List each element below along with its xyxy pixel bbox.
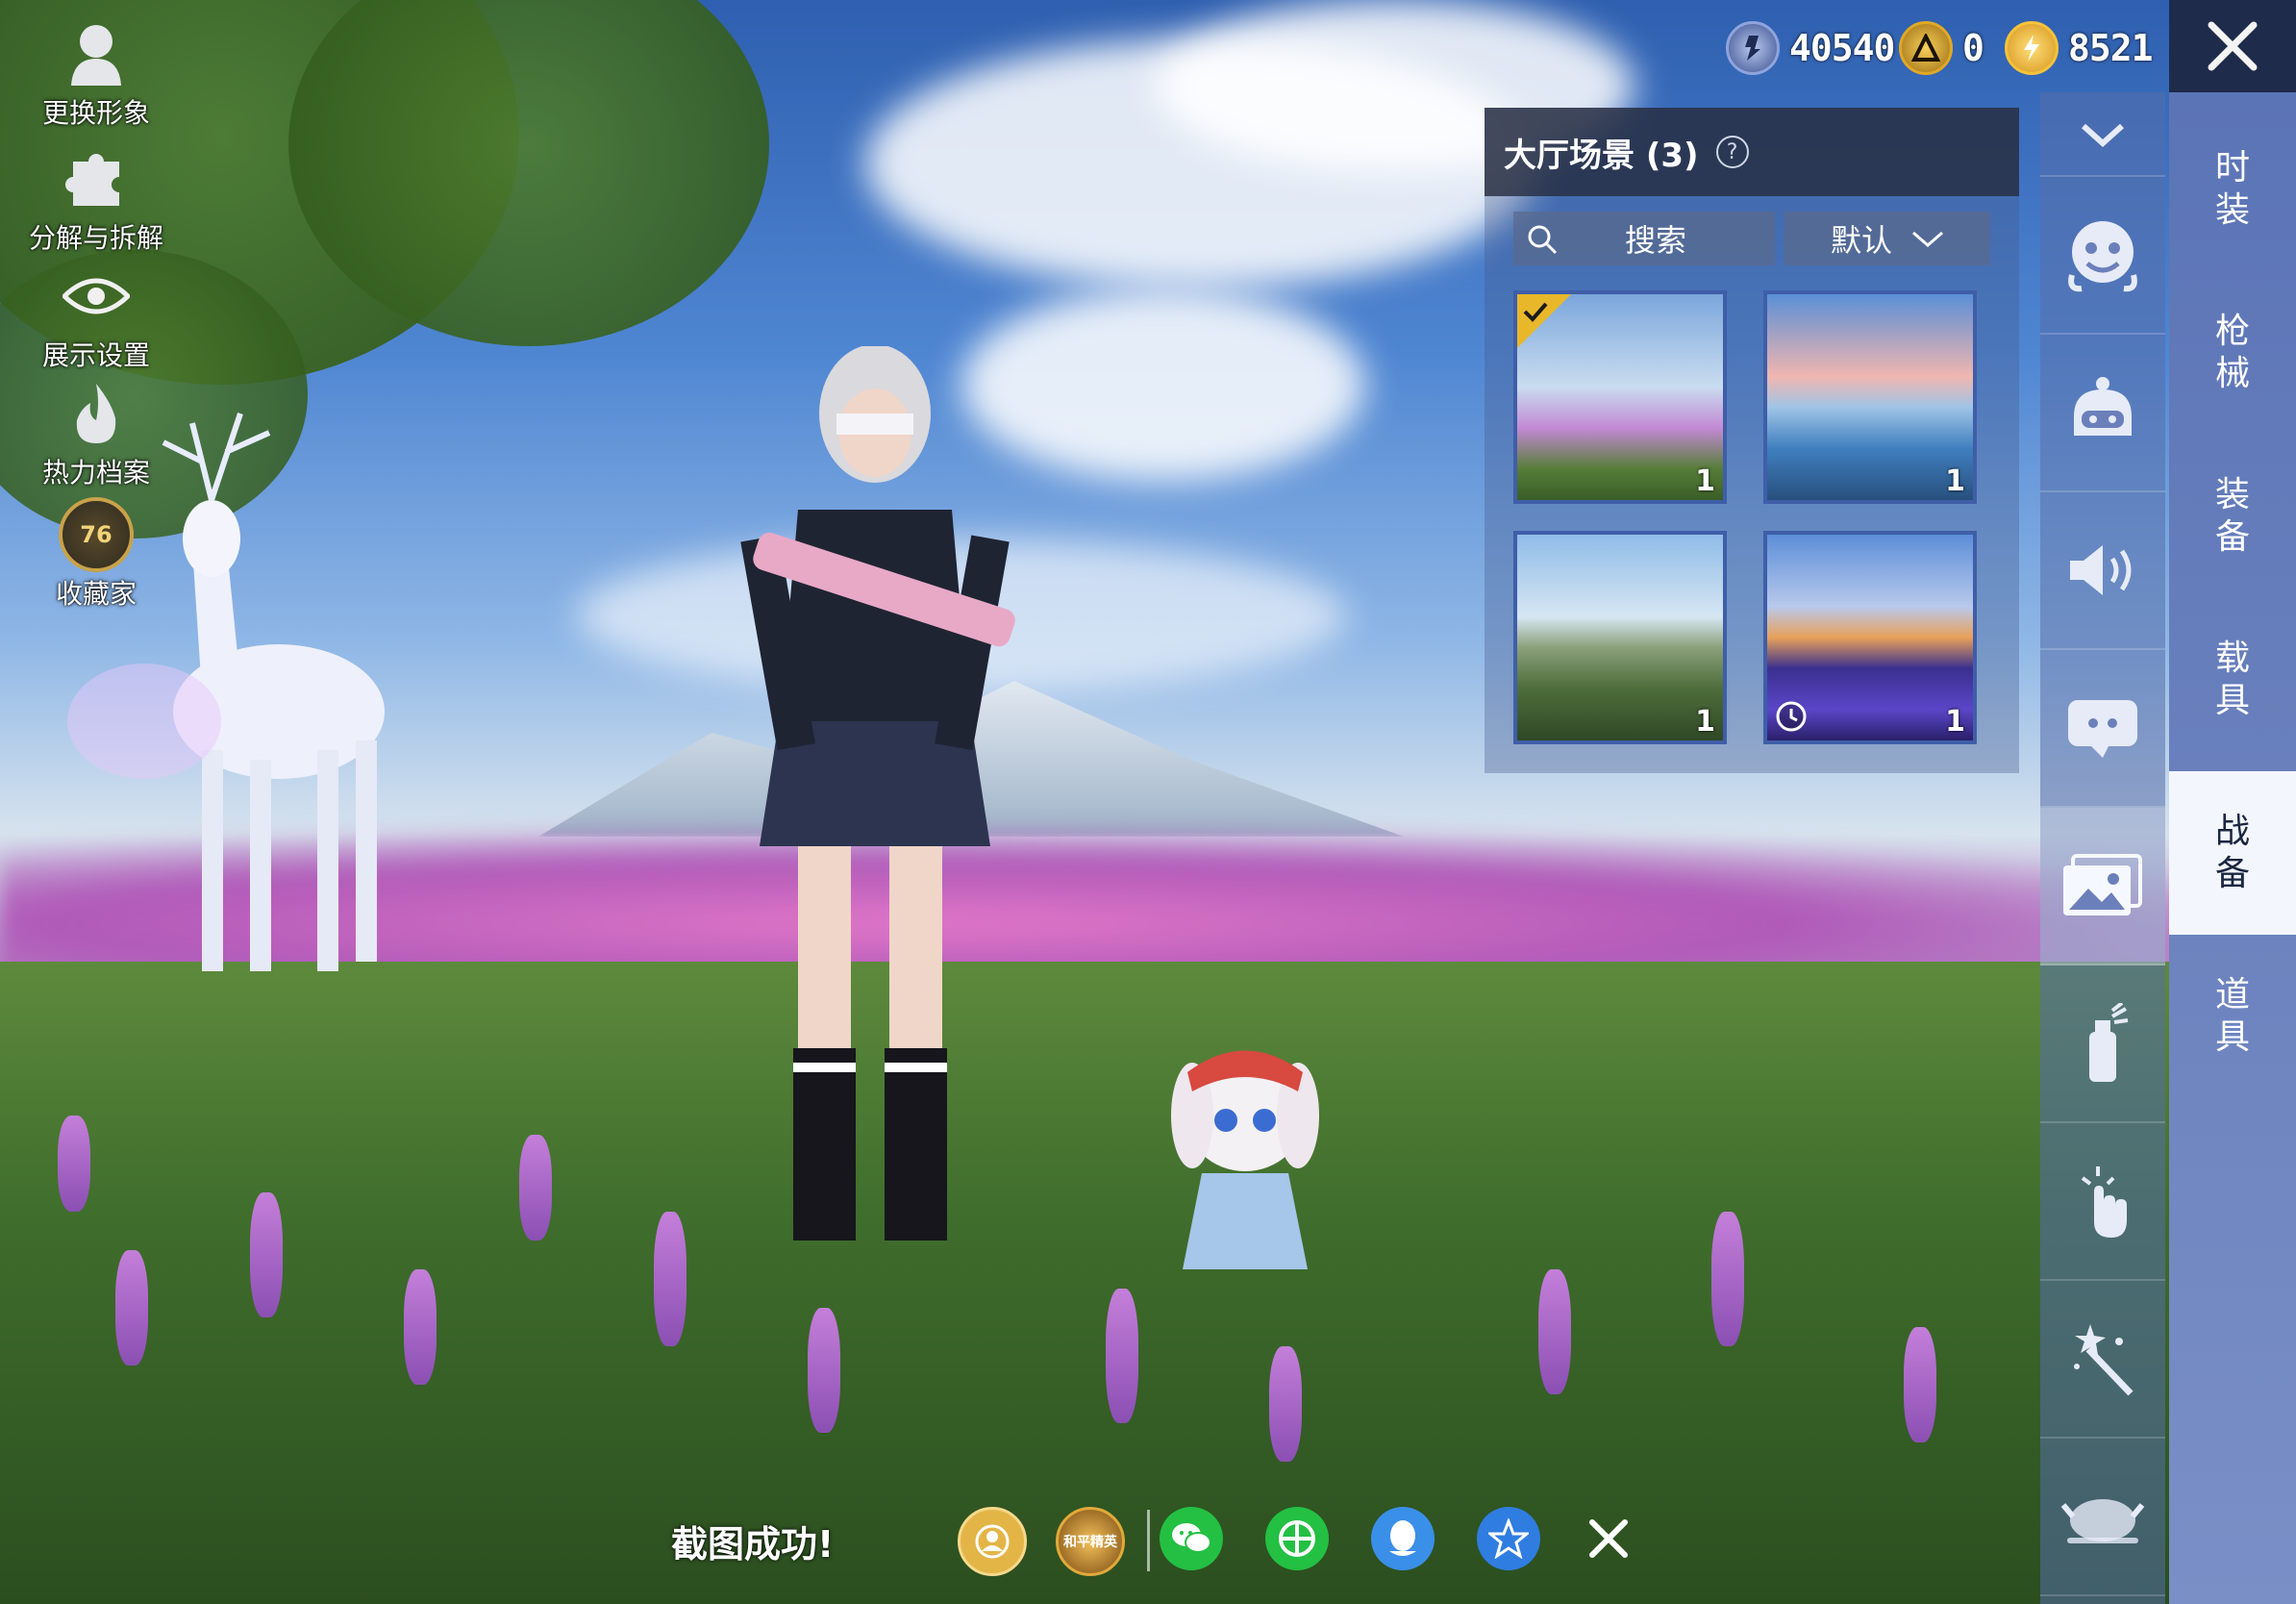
item-count: 1	[1945, 705, 1965, 739]
tap-gesture-icon	[2081, 1166, 2127, 1238]
tab-equipment-label: 装备	[2214, 475, 2250, 557]
tab-items[interactable]: 道具	[2169, 935, 2296, 1098]
currency-lightning: 8521	[2005, 19, 2154, 77]
game-logo-icon: 和平精英	[1063, 1535, 1117, 1550]
icon-tab-face[interactable]	[2040, 177, 2165, 335]
silver-coin-value: 40540	[1789, 27, 1895, 69]
item-count: 1	[1695, 464, 1715, 498]
icon-tab-chat[interactable]	[2040, 650, 2165, 808]
gallery-icon	[2063, 854, 2142, 915]
qzone-icon	[1488, 1518, 1529, 1559]
icon-tab-sound[interactable]	[2040, 492, 2165, 650]
search-icon	[1528, 225, 1558, 255]
spray-can-icon	[2089, 1003, 2129, 1082]
partial-icon	[2081, 124, 2125, 148]
item-count: 1	[1695, 705, 1715, 739]
collector-button[interactable]: 76 收藏家	[19, 497, 173, 612]
dismantle-button[interactable]: 分解与拆解	[19, 144, 173, 256]
puzzle-icon	[58, 144, 135, 213]
close-button[interactable]	[2169, 0, 2296, 92]
tab-items-label: 道具	[2214, 975, 2250, 1057]
icon-tab-emote[interactable]	[2040, 102, 2165, 177]
search-input[interactable]: 搜索	[1513, 212, 1775, 265]
scene-item-sea-sunset[interactable]: 1	[1763, 290, 1977, 504]
chevron-down-icon	[1912, 231, 1943, 247]
share-qq-button[interactable]	[1371, 1507, 1435, 1570]
lightning-coin-value: 8521	[2068, 27, 2154, 69]
icon-tab-effect[interactable]	[2040, 1281, 2165, 1439]
scene-item-lavender-field[interactable]: 1	[1513, 290, 1727, 504]
share-profile-button[interactable]	[958, 1507, 1027, 1576]
gold-token-value: 0	[1962, 27, 1984, 69]
close-share-icon	[1589, 1519, 1628, 1558]
category-tabs: 时装 枪械 装备 载具 战备 道具	[2169, 92, 2296, 1604]
heat-record-label: 热力档案	[41, 457, 150, 489]
clock-icon	[1776, 701, 1807, 732]
scene-item-neon-plaza[interactable]: 1	[1763, 531, 1977, 744]
icon-tab-helmet[interactable]	[2040, 335, 2165, 492]
gold-token-icon	[1899, 21, 1953, 75]
tab-battle-gear[interactable]: 战备	[2169, 771, 2296, 935]
close-icon	[2208, 21, 2258, 71]
share-game-button[interactable]: 和平精英	[1056, 1507, 1125, 1576]
profile-share-icon	[975, 1524, 1010, 1559]
help-icon[interactable]: ?	[1715, 136, 1749, 168]
speaker-icon	[2070, 545, 2132, 595]
tab-vehicles-label: 载具	[2214, 639, 2250, 720]
robot-helmet-icon	[2074, 377, 2132, 436]
eye-icon	[58, 262, 135, 331]
chat-bubble-icon	[2068, 700, 2137, 758]
scene-item-mountain-valley[interactable]: 1	[1513, 531, 1727, 744]
tab-fashion[interactable]: 时装	[2169, 108, 2296, 271]
share-divider	[1147, 1510, 1150, 1571]
search-label: 搜索	[1625, 222, 1687, 259]
share-moments-button[interactable]	[1265, 1507, 1329, 1570]
tab-fashion-label: 时装	[2214, 148, 2250, 230]
tab-weapons-label: 枪械	[2214, 312, 2250, 393]
sort-dropdown[interactable]: 默认	[1784, 212, 1990, 265]
share-qzone-button[interactable]	[1477, 1507, 1540, 1570]
icon-tab-food[interactable]	[2040, 1439, 2165, 1596]
collector-label: 收藏家	[55, 578, 137, 610]
change-avatar-button[interactable]: 更换形象	[19, 19, 173, 131]
qq-icon	[1389, 1520, 1416, 1556]
tab-battle-gear-label: 战备	[2214, 812, 2250, 893]
lightning-coin-icon	[2005, 21, 2059, 75]
display-settings-label: 展示设置	[41, 339, 150, 371]
moments-icon	[1279, 1520, 1315, 1557]
collector-badge-icon: 76	[58, 497, 135, 572]
tab-equipment[interactable]: 装备	[2169, 435, 2296, 598]
share-wechat-button[interactable]	[1160, 1507, 1223, 1570]
lobby-scene-panel: 大厅场景 (3) ? 搜索 默认 1 1 1 1	[1485, 108, 2019, 773]
screenshot-success-message: 截图成功!	[671, 1523, 835, 1566]
currency-gold-token: 0	[1899, 19, 1984, 77]
flame-icon	[58, 379, 135, 448]
share-close-button[interactable]	[1577, 1507, 1640, 1570]
icon-tab-gesture[interactable]	[2040, 1123, 2165, 1281]
collector-level: 76	[80, 521, 112, 548]
panel-title: 大厅场景 (3)	[1504, 136, 1699, 175]
roast-chicken-icon	[2060, 1499, 2145, 1543]
magic-wand-icon	[2074, 1324, 2134, 1396]
tab-weapons[interactable]: 枪械	[2169, 271, 2296, 435]
selected-check-icon	[1517, 294, 1571, 348]
display-settings-button[interactable]: 展示设置	[19, 262, 173, 373]
item-count: 1	[1945, 464, 1965, 498]
currency-silver: 40540	[1726, 19, 1895, 77]
icon-tab-gallery[interactable]	[2040, 808, 2165, 965]
panel-header: 大厅场景 (3) ?	[1485, 108, 2019, 196]
category-icon-column	[2040, 92, 2165, 1604]
avatar-icon	[58, 19, 135, 88]
sort-label: 默认	[1830, 222, 1892, 259]
icon-tab-spray[interactable]	[2040, 965, 2165, 1123]
silver-coin-icon	[1726, 21, 1780, 75]
change-avatar-label: 更换形象	[41, 97, 150, 129]
dismantle-label: 分解与拆解	[28, 222, 163, 254]
heat-record-button[interactable]: 热力档案	[19, 379, 173, 490]
face-emote-icon	[2068, 221, 2137, 292]
tab-vehicles[interactable]: 载具	[2169, 598, 2296, 762]
wechat-icon	[1172, 1523, 1211, 1553]
